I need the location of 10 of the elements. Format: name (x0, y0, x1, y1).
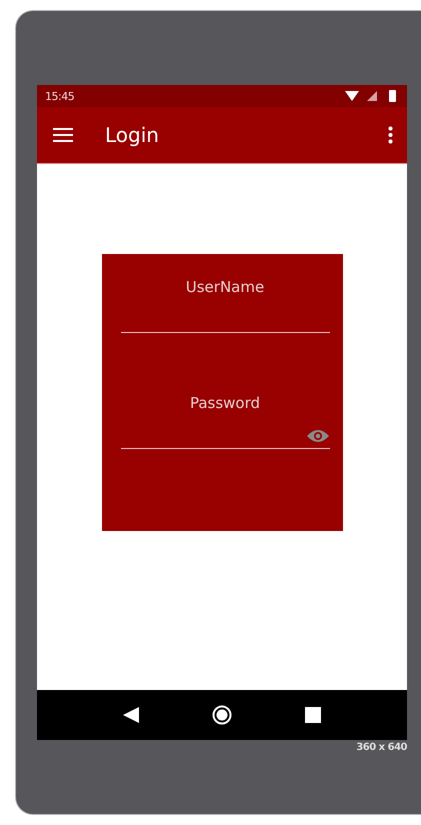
username-field[interactable]: UserName (120, 272, 330, 333)
menu-icon[interactable] (53, 128, 73, 142)
recents-icon[interactable] (304, 707, 321, 723)
eye-icon[interactable] (306, 429, 328, 443)
app-bar-title: Login (105, 123, 160, 147)
home-icon[interactable] (212, 705, 232, 725)
more-options-icon[interactable] (388, 126, 393, 144)
back-icon[interactable] (123, 707, 140, 723)
device-size-label: 360 x 640 (356, 742, 407, 753)
status-time: 15:45 (45, 90, 74, 102)
